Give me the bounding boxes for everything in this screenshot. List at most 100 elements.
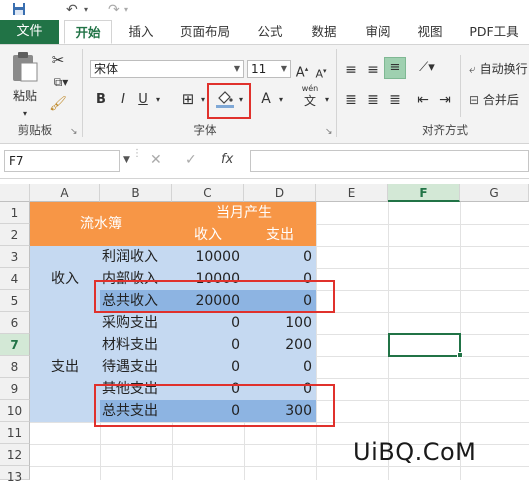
- orientation-icon[interactable]: ⟋▾: [416, 59, 438, 77]
- ribbon: 粘贴 ▾ ✂ ⧉▾ 🖌 剪贴板 ↘ 宋体 ▼ 11 ▼ A▴ A▾ B I U …: [0, 45, 529, 144]
- row-header-13[interactable]: 13: [0, 466, 30, 484]
- row-header-5[interactable]: 5: [0, 290, 30, 312]
- font-name-value: 宋体: [94, 62, 119, 76]
- align-right-icon[interactable]: ≣: [386, 91, 404, 109]
- quick-access-toolbar: ↶ ▾ ↷ ▾: [0, 0, 529, 20]
- tab-home[interactable]: 开始: [64, 20, 112, 44]
- redo-icon[interactable]: ↷: [108, 2, 120, 18]
- table-row-income: 0: [231, 337, 240, 353]
- font-color-button[interactable]: A: [259, 90, 273, 108]
- formula-input[interactable]: [250, 150, 529, 172]
- save-icon[interactable]: [12, 2, 26, 18]
- worksheet-grid[interactable]: A B C D E F G 1 2 3 4 5 6 7 8 9 10 11 12…: [0, 184, 529, 484]
- font-size-value: 11: [251, 62, 267, 76]
- group-income-label: 收入: [51, 271, 79, 287]
- header-expense: 支出: [266, 227, 294, 243]
- underline-button[interactable]: U: [136, 91, 150, 109]
- table-row-name: 利润收入: [102, 249, 158, 265]
- row-header-2[interactable]: 2: [0, 224, 30, 246]
- merge-center-button[interactable]: ⊟ 合并后: [469, 91, 529, 109]
- watermark-logo: UiBQ.CoM: [353, 438, 477, 466]
- row-header-11[interactable]: 11: [0, 422, 30, 444]
- header-title: 流水簿: [80, 216, 122, 232]
- phonetic-guide-icon[interactable]: wén 文: [297, 84, 323, 108]
- merge-center-icon: ⊟: [469, 93, 480, 107]
- undo-dropdown-icon[interactable]: ▾: [84, 2, 88, 18]
- row-header-9[interactable]: 9: [0, 378, 30, 400]
- select-all-corner[interactable]: [0, 184, 30, 202]
- tab-view[interactable]: 视图: [408, 20, 452, 44]
- phonetic-wen-char: 文: [303, 94, 316, 108]
- confirm-icon[interactable]: ✓: [185, 152, 197, 168]
- increase-indent-icon[interactable]: ⇥: [436, 91, 454, 109]
- paste-icon[interactable]: [8, 51, 42, 87]
- column-header-e[interactable]: E: [316, 184, 388, 202]
- font-group-label: 字体: [193, 123, 217, 137]
- column-header-d[interactable]: D: [244, 184, 316, 202]
- header-income: 收入: [194, 227, 222, 243]
- row-header-3[interactable]: 3: [0, 246, 30, 268]
- row-header-10[interactable]: 10: [0, 400, 30, 422]
- column-header-f[interactable]: F: [388, 184, 460, 202]
- tab-review[interactable]: 审阅: [356, 20, 400, 44]
- tab-file[interactable]: 文件: [0, 20, 59, 44]
- table-row-name: 材料支出: [102, 337, 158, 353]
- table-row-expense: 200: [285, 337, 312, 353]
- format-painter-icon[interactable]: 🖌: [48, 95, 68, 113]
- active-cell-f7[interactable]: [388, 333, 461, 357]
- underline-dropdown-icon[interactable]: ▾: [153, 91, 163, 109]
- table-row-expense: 100: [285, 315, 312, 331]
- align-middle-icon[interactable]: ≡: [364, 61, 382, 79]
- decrease-indent-icon[interactable]: ⇤: [414, 91, 432, 109]
- font-launcher-icon[interactable]: ↘: [325, 123, 333, 141]
- align-top-icon[interactable]: ≡: [342, 61, 360, 79]
- clipboard-launcher-icon[interactable]: ↘: [70, 123, 78, 141]
- wrap-text-button[interactable]: ⤶ 自动换行: [469, 60, 529, 78]
- name-box-dropdown-icon[interactable]: ▼: [123, 155, 130, 165]
- wrap-text-label: 自动换行: [479, 62, 528, 76]
- group-expense-label: 支出: [51, 359, 79, 375]
- phonetic-wen-label: wén: [301, 84, 319, 93]
- tab-formulas[interactable]: 公式: [248, 20, 292, 44]
- border-icon[interactable]: ⊞: [178, 90, 198, 108]
- column-header-b[interactable]: B: [100, 184, 172, 202]
- row-header-1[interactable]: 1: [0, 202, 30, 224]
- row-header-6[interactable]: 6: [0, 312, 30, 334]
- decrease-font-size-icon[interactable]: A▾: [313, 62, 329, 84]
- paste-dropdown-icon[interactable]: ▾: [17, 105, 33, 123]
- tab-data[interactable]: 数据: [302, 20, 346, 44]
- increase-font-size-icon[interactable]: A▴: [294, 60, 310, 82]
- clipboard-group-label: 剪贴板: [17, 123, 53, 137]
- column-header-g[interactable]: G: [460, 184, 529, 202]
- paste-button[interactable]: 粘贴: [8, 87, 42, 105]
- font-size-combo[interactable]: 11 ▼: [247, 60, 291, 78]
- copy-icon[interactable]: ⧉▾: [48, 73, 74, 91]
- column-header-c[interactable]: C: [172, 184, 244, 202]
- table-row-name: 采购支出: [102, 315, 158, 331]
- highlight-box-fill-color: [207, 83, 251, 119]
- align-left-icon[interactable]: ≣: [342, 91, 360, 109]
- row-header-12[interactable]: 12: [0, 444, 30, 466]
- font-color-dropdown-icon[interactable]: ▾: [276, 91, 286, 109]
- cut-icon[interactable]: ✂: [48, 51, 68, 69]
- column-header-a[interactable]: A: [30, 184, 100, 202]
- row-header-4[interactable]: 4: [0, 268, 30, 290]
- insert-function-icon[interactable]: fx: [221, 152, 233, 167]
- table-row-income: 0: [231, 315, 240, 331]
- redo-dropdown-icon[interactable]: ▾: [124, 2, 128, 18]
- name-box[interactable]: F7: [4, 150, 120, 172]
- tab-pdf-tools[interactable]: PDF工具: [462, 20, 526, 44]
- fill-handle[interactable]: [457, 352, 463, 358]
- row-header-7[interactable]: 7: [0, 334, 30, 356]
- italic-button[interactable]: I: [116, 91, 130, 109]
- phonetic-dropdown-icon[interactable]: ▾: [322, 91, 332, 109]
- align-bottom-icon[interactable]: ≡: [384, 57, 406, 79]
- tab-page-layout[interactable]: 页面布局: [172, 20, 238, 44]
- cancel-icon[interactable]: ✕: [150, 152, 162, 168]
- row-header-8[interactable]: 8: [0, 356, 30, 378]
- align-center-icon[interactable]: ≣: [364, 91, 382, 109]
- bold-button[interactable]: B: [94, 91, 108, 109]
- undo-icon[interactable]: ↶: [66, 2, 78, 18]
- font-name-combo[interactable]: 宋体 ▼: [90, 60, 244, 78]
- tab-insert[interactable]: 插入: [118, 20, 164, 44]
